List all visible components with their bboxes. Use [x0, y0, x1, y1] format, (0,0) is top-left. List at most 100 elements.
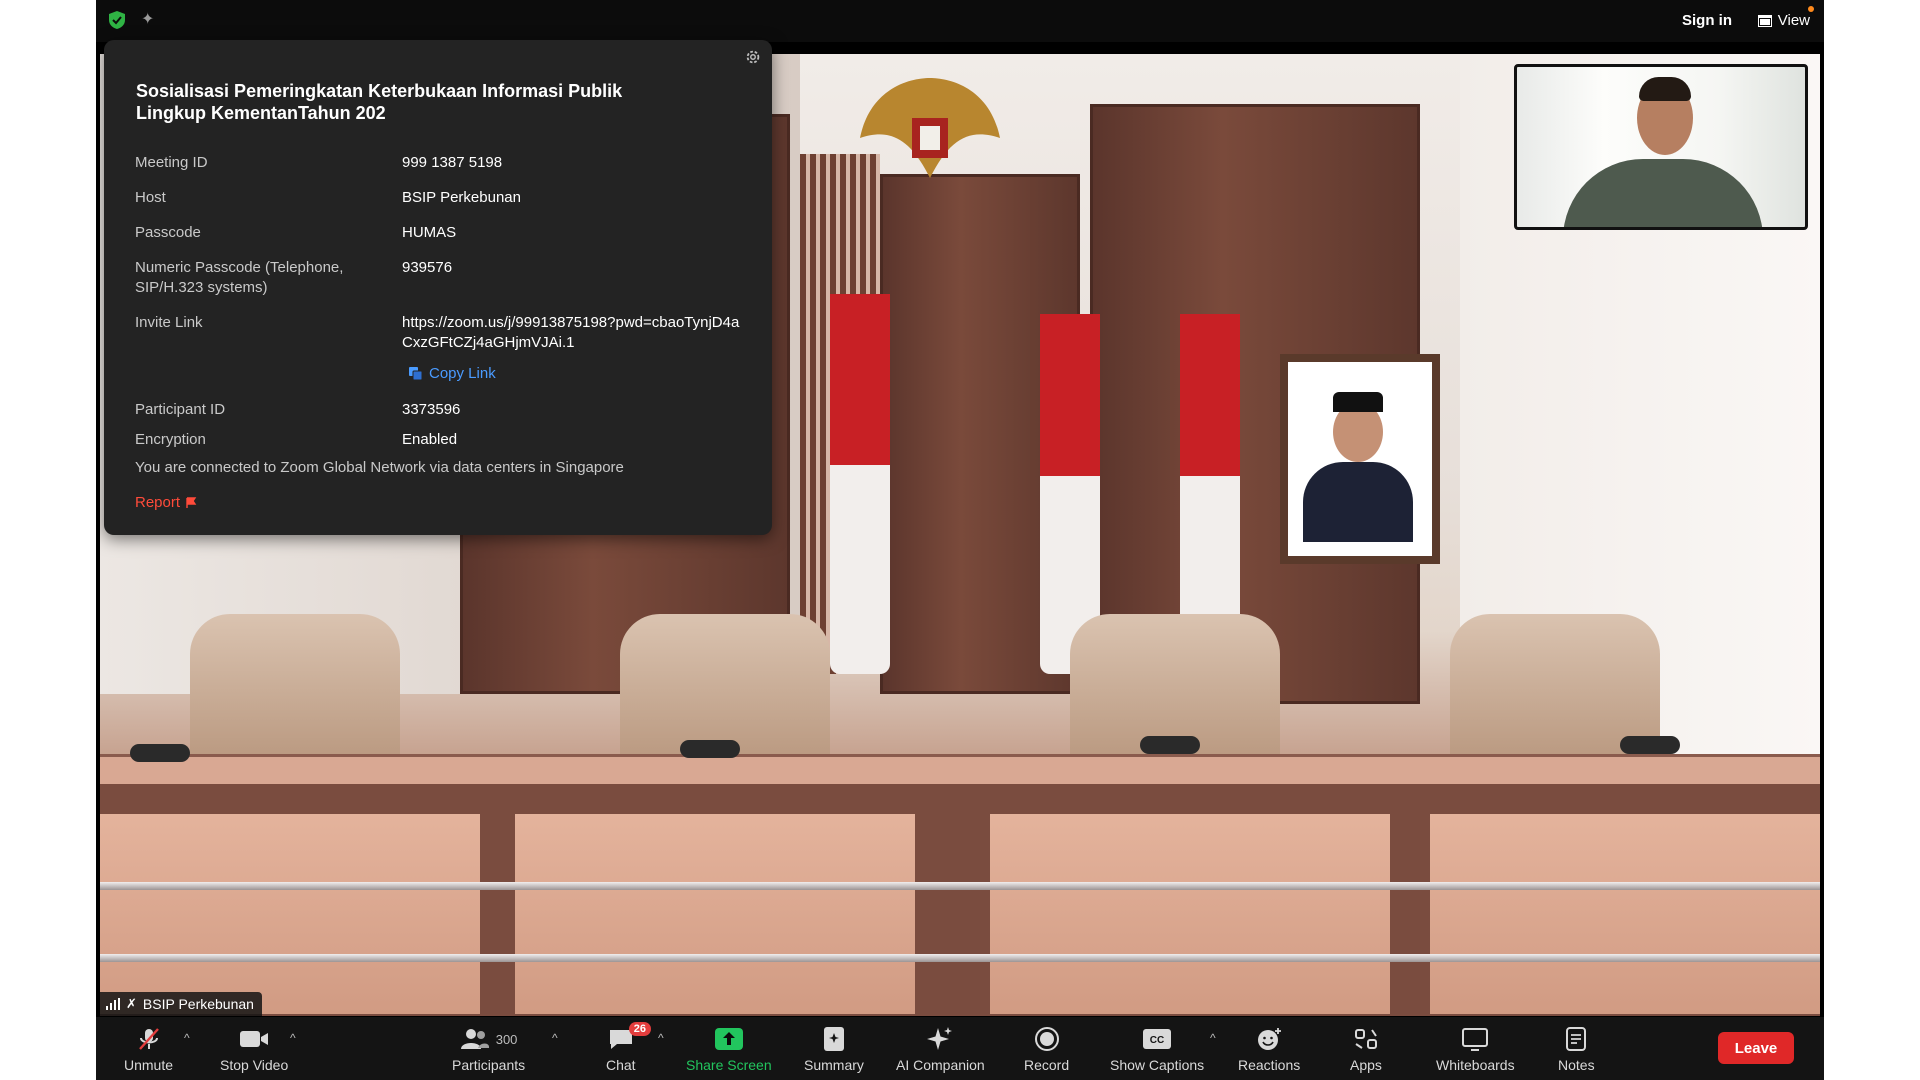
- apps-icon: [1354, 1029, 1377, 1049]
- flag-icon: [186, 496, 197, 508]
- captions-options-chevron-icon[interactable]: ^: [1210, 1031, 1216, 1045]
- notes-button[interactable]: Notes: [1558, 1025, 1595, 1073]
- apps-button[interactable]: Apps: [1350, 1025, 1382, 1073]
- muted-mic-icon: ✗: [126, 996, 137, 1011]
- participants-button[interactable]: 300 Participants: [452, 1025, 525, 1073]
- participants-icon: [460, 1029, 489, 1049]
- share-screen-icon: [714, 1028, 743, 1050]
- report-label: Report: [135, 494, 181, 511]
- chat-button[interactable]: 26 Chat: [606, 1022, 652, 1073]
- microphone: [130, 744, 190, 762]
- desk-panel: [990, 814, 1390, 1014]
- summary-document-icon: [823, 1027, 844, 1051]
- participant-id-value: 3373596: [402, 401, 461, 418]
- participants-options-chevron-icon[interactable]: ^: [552, 1031, 558, 1045]
- speaker-name-tag: ✗ BSIP Perkebunan: [100, 992, 262, 1016]
- meeting-toolbar: Unmute ^ Stop Video ^ 300 Participants ^…: [96, 1017, 1824, 1080]
- participant-thumbnail[interactable]: [1514, 64, 1808, 230]
- encryption-value: Enabled: [402, 431, 458, 448]
- reactions-smiley-icon: [1258, 1028, 1282, 1050]
- record-icon: [1034, 1027, 1059, 1051]
- framed-portrait: [1280, 354, 1440, 564]
- microphone: [680, 740, 740, 758]
- info-key: Encryption: [135, 431, 206, 448]
- info-key: Participant ID: [135, 401, 226, 418]
- notes-label: Notes: [1558, 1057, 1595, 1073]
- audio-options-chevron-icon[interactable]: ^: [184, 1031, 190, 1045]
- invite-link-value[interactable]: https://zoom.us/j/99913875198?pwd=cbaoTy…: [402, 313, 742, 353]
- meeting-title: Sosialisasi Pemeringkatan Keterbukaan In…: [136, 81, 623, 123]
- passcode-value: HUMAS: [402, 224, 457, 241]
- signal-bars-icon: [106, 998, 120, 1010]
- notes-icon: [1566, 1027, 1587, 1051]
- chat-options-chevron-icon[interactable]: ^: [658, 1031, 664, 1045]
- info-key: Invite Link: [135, 314, 203, 331]
- stop-video-label: Stop Video: [220, 1057, 289, 1073]
- video-camera-icon: [240, 1031, 269, 1047]
- meeting-info-popover: Sosialisasi Pemeringkatan Keterbukaan In…: [104, 40, 772, 535]
- info-key: Meeting ID: [135, 154, 208, 171]
- info-key: Numeric Passcode (Telephone, SIP/H.323 s…: [135, 259, 344, 296]
- top-bar: ✦ Sign in View: [96, 0, 1824, 42]
- sign-in-button[interactable]: Sign in: [1682, 12, 1732, 29]
- leave-button[interactable]: Leave: [1718, 1032, 1794, 1064]
- share-screen-button[interactable]: Share Screen: [686, 1025, 772, 1073]
- chair: [190, 614, 400, 764]
- ai-companion-sparkle-icon: [927, 1027, 953, 1050]
- security-shield-icon[interactable]: [107, 10, 127, 30]
- desk-rail: [100, 882, 1820, 890]
- apps-label: Apps: [1350, 1057, 1382, 1073]
- stop-video-button[interactable]: Stop Video: [220, 1025, 288, 1073]
- flag-1: [830, 294, 890, 674]
- view-button[interactable]: View: [1757, 6, 1814, 29]
- chat-label: Chat: [606, 1057, 636, 1073]
- numeric-passcode-value: 939576: [402, 259, 453, 276]
- info-key: Passcode: [135, 224, 201, 241]
- unmute-label: Unmute: [124, 1057, 174, 1073]
- whiteboards-label: Whiteboards: [1436, 1057, 1515, 1073]
- reactions-label: Reactions: [1238, 1057, 1301, 1073]
- desk-panel: [100, 814, 480, 1014]
- unmute-button[interactable]: Unmute: [124, 1025, 173, 1073]
- host-value: BSIP Perkebunan: [402, 189, 521, 206]
- show-captions-label: Show Captions: [1110, 1057, 1205, 1073]
- garuda-emblem: [860, 78, 1000, 178]
- share-screen-label: Share Screen: [686, 1057, 772, 1073]
- zoom-window: ✦ Sign in View ✗ BSIP Perkebunan Sosiali…: [96, 0, 1824, 1080]
- record-button[interactable]: Record: [1024, 1025, 1069, 1073]
- summary-button[interactable]: Summary: [804, 1025, 864, 1073]
- desk-rail: [100, 954, 1820, 962]
- desk: [100, 754, 1820, 784]
- ai-sparkle-icon[interactable]: ✦: [141, 11, 154, 29]
- desk-panel: [515, 814, 915, 1014]
- whiteboard-icon: [1462, 1028, 1489, 1051]
- copy-link-label: Copy Link: [429, 365, 496, 382]
- copy-icon: [409, 367, 423, 381]
- ai-companion-label: AI Companion: [896, 1057, 985, 1073]
- network-info: You are connected to Zoom Global Network…: [135, 459, 624, 476]
- participant-count: 300: [495, 1031, 518, 1047]
- info-key: Host: [135, 189, 166, 206]
- desk-panel: [1430, 814, 1820, 1014]
- record-label: Record: [1024, 1057, 1070, 1073]
- muted-microphone-icon: [138, 1028, 159, 1050]
- meeting-id-value: 999 1387 5198: [402, 154, 503, 171]
- show-captions-button[interactable]: CC Show Captions: [1110, 1025, 1204, 1073]
- notification-dot: [1808, 6, 1814, 12]
- view-grid-icon: [1757, 14, 1772, 27]
- microphone: [1620, 736, 1680, 754]
- closed-captions-icon: CC: [1143, 1029, 1172, 1049]
- view-label: View: [1777, 12, 1810, 29]
- speaker-name: BSIP Perkebunan: [142, 996, 254, 1012]
- reactions-button[interactable]: Reactions: [1238, 1025, 1300, 1073]
- svg-text:CC: CC: [1150, 1035, 1164, 1046]
- participants-label: Participants: [452, 1057, 526, 1073]
- gear-icon[interactable]: [744, 48, 762, 66]
- microphone: [1140, 736, 1200, 754]
- copy-link-button[interactable]: Copy Link: [408, 365, 496, 382]
- summary-label: Summary: [804, 1057, 864, 1073]
- video-options-chevron-icon[interactable]: ^: [290, 1031, 296, 1045]
- ai-companion-button[interactable]: AI Companion: [896, 1025, 985, 1073]
- whiteboards-button[interactable]: Whiteboards: [1436, 1025, 1515, 1073]
- report-button[interactable]: Report: [135, 494, 197, 511]
